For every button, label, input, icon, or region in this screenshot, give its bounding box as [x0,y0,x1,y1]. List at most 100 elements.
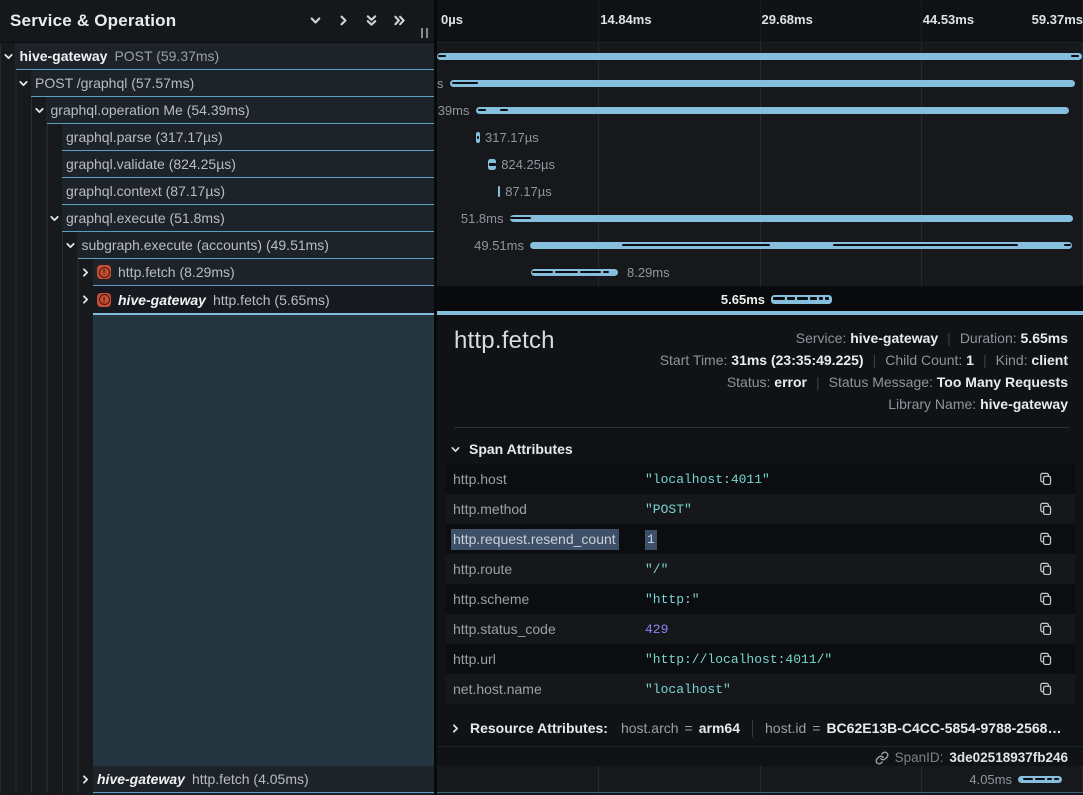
span-row-graphql.context[interactable]: graphql.context (87.17µs) [0,178,434,205]
chevron-right-icon[interactable] [79,286,93,313]
span-bar[interactable] [498,186,501,197]
copy-icon[interactable] [1039,652,1053,666]
chevron-down-icon[interactable] [1,43,15,70]
timeline-row[interactable]: 4.05ms [437,766,1083,793]
self-time-marker [555,271,578,274]
span-row-content[interactable]: http.fetch (8.29ms) [93,259,434,286]
copy-icon[interactable] [1039,532,1053,546]
span-row-graphql.parse[interactable]: graphql.parse (317.17µs) [0,124,434,151]
timeline-row[interactable]: 51.8ms [437,205,1083,232]
timeline-row[interactable]: 317.17µs [437,124,1083,151]
self-time-marker [622,244,770,247]
self-time-marker [477,136,479,139]
span-bar[interactable] [771,295,832,304]
attribute-row[interactable]: http.method"POST" [446,494,1075,524]
chevron-right-icon[interactable] [337,14,350,27]
attribute-value: "localhost" [645,682,731,697]
self-time-marker [489,163,496,166]
span-bar[interactable] [476,107,1069,115]
meta-value: 5.65ms [1021,330,1068,346]
resource-equals: = [685,720,693,736]
copy-icon[interactable] [1039,562,1053,576]
span-row-hive-gateway-http.fetch[interactable]: hive-gatewayhttp.fetch (5.65ms) [0,286,434,313]
span-row-subgraph.execute[interactable]: subgraph.execute (accounts) (49.51ms) [0,232,434,259]
span-meta: Service: hive-gateway|Duration: 5.65msSt… [660,327,1068,415]
timeline-row[interactable]: 87.17µs [437,178,1083,205]
attribute-row[interactable]: http.route"/" [446,554,1075,584]
span-meta-line: Start Time: 31ms (23:35:49.225)|Child Co… [660,349,1068,371]
chevron-down-icon[interactable] [32,97,46,124]
timeline-row[interactable]: 824.25µs [437,151,1083,178]
copy-icon[interactable] [1039,622,1053,636]
timeline-row[interactable]: 57.57ms [437,70,1083,97]
timeline-row[interactable]: 5.65ms [437,286,1083,313]
span-row-content[interactable]: graphql.operation Me (54.39ms) [47,97,435,124]
self-time-marker [833,244,1018,247]
timeline-row[interactable]: 8.29ms [437,259,1083,286]
resource-equals: = [812,720,820,736]
self-time-marker [810,297,817,300]
double-chevron-right-icon[interactable] [393,14,406,27]
span-bar[interactable] [437,53,1082,61]
attribute-row[interactable]: http.status_code429 [446,614,1075,644]
duration-label: 49.51ms [474,238,524,253]
meta-value: client [1031,352,1068,368]
link-icon[interactable] [875,751,889,765]
copy-icon[interactable] [1039,502,1053,516]
attribute-value: "/" [645,562,668,577]
span-row-content[interactable]: graphql.context (87.17µs) [62,178,434,205]
span-row-hive-gateway-http.fetch[interactable]: hive-gatewayhttp.fetch (4.05ms) [0,766,434,793]
double-chevron-down-icon[interactable] [365,14,378,27]
copy-icon[interactable] [1039,592,1053,606]
attribute-row[interactable]: http.url"http://localhost:4011/" [446,644,1075,674]
attribute-key: http.status_code [446,621,645,637]
chevron-right-icon[interactable] [79,766,93,793]
chevron-down-icon[interactable] [309,14,322,27]
copy-icon[interactable] [1039,472,1053,486]
chevron-right-icon[interactable] [79,259,93,286]
span-row-hive-gateway-POST[interactable]: hive-gatewayPOST (59.37ms) [0,43,434,70]
panel-resize-handle[interactable] [421,28,430,38]
meta-key: Child Count: [885,352,966,368]
span-row-content[interactable]: graphql.execute (51.8ms) [62,205,434,232]
copy-icon[interactable] [1039,682,1053,696]
span-row-graphql.operation[interactable]: graphql.operation Me (54.39ms) [0,97,434,124]
span-row-http.fetch[interactable]: http.fetch (8.29ms) [0,259,434,286]
attribute-row[interactable]: http.host"localhost:4011" [446,464,1075,494]
attribute-row[interactable]: http.scheme"http:" [446,584,1075,614]
span-bar[interactable] [531,269,618,277]
span-row-graphql.execute[interactable]: graphql.execute (51.8ms) [0,205,434,232]
resource-attributes-row[interactable]: Resource Attributes:host.arch=arm64host.… [450,717,1061,739]
span-bar[interactable] [510,215,1073,223]
span-row-content[interactable]: hive-gatewayhttp.fetch (5.65ms) [93,286,434,313]
timeline-row[interactable]: 59.37ms [437,43,1083,70]
resource-key: host.arch [621,720,679,736]
span-bar[interactable] [476,132,480,143]
span-bar[interactable] [450,80,1075,88]
chevron-down-icon[interactable] [17,70,31,97]
timeline-row[interactable]: 49.51ms [437,232,1083,259]
span-attributes-table: http.host"localhost:4011"http.method"POS… [446,464,1075,704]
span-row-content[interactable]: subgraph.execute (accounts) (49.51ms) [78,232,435,259]
self-time-marker [603,271,609,274]
attribute-row[interactable]: http.request.resend_count1 [446,524,1075,554]
span-row-content[interactable]: graphql.parse (317.17µs) [62,124,434,151]
attribute-row[interactable]: net.host.name"localhost" [446,674,1075,704]
span-bar[interactable] [488,159,497,170]
span-attributes-toggle[interactable]: Span Attributes [450,438,573,460]
tick-label: 44.53ms [923,12,974,27]
span-row-content[interactable]: POST /graphql (57.57ms) [31,70,434,97]
span-row-POST[interactable]: POST /graphql (57.57ms) [0,70,434,97]
self-time-marker [1047,778,1052,781]
chevron-down-icon[interactable] [63,232,77,259]
tree-toolbar [309,14,406,27]
span-bar[interactable] [530,242,1072,250]
span-bar[interactable] [1018,776,1062,784]
span-row-content[interactable]: hive-gatewayPOST (59.37ms) [16,43,435,70]
chevron-down-icon[interactable] [48,205,62,232]
span-row-content[interactable]: graphql.validate (824.25µs) [62,151,434,178]
meta-separator: | [947,327,951,349]
span-row-graphql.validate[interactable]: graphql.validate (824.25µs) [0,151,434,178]
timeline-row[interactable]: 54.39ms [437,97,1083,124]
span-row-content[interactable]: hive-gatewayhttp.fetch (4.05ms) [93,766,434,793]
